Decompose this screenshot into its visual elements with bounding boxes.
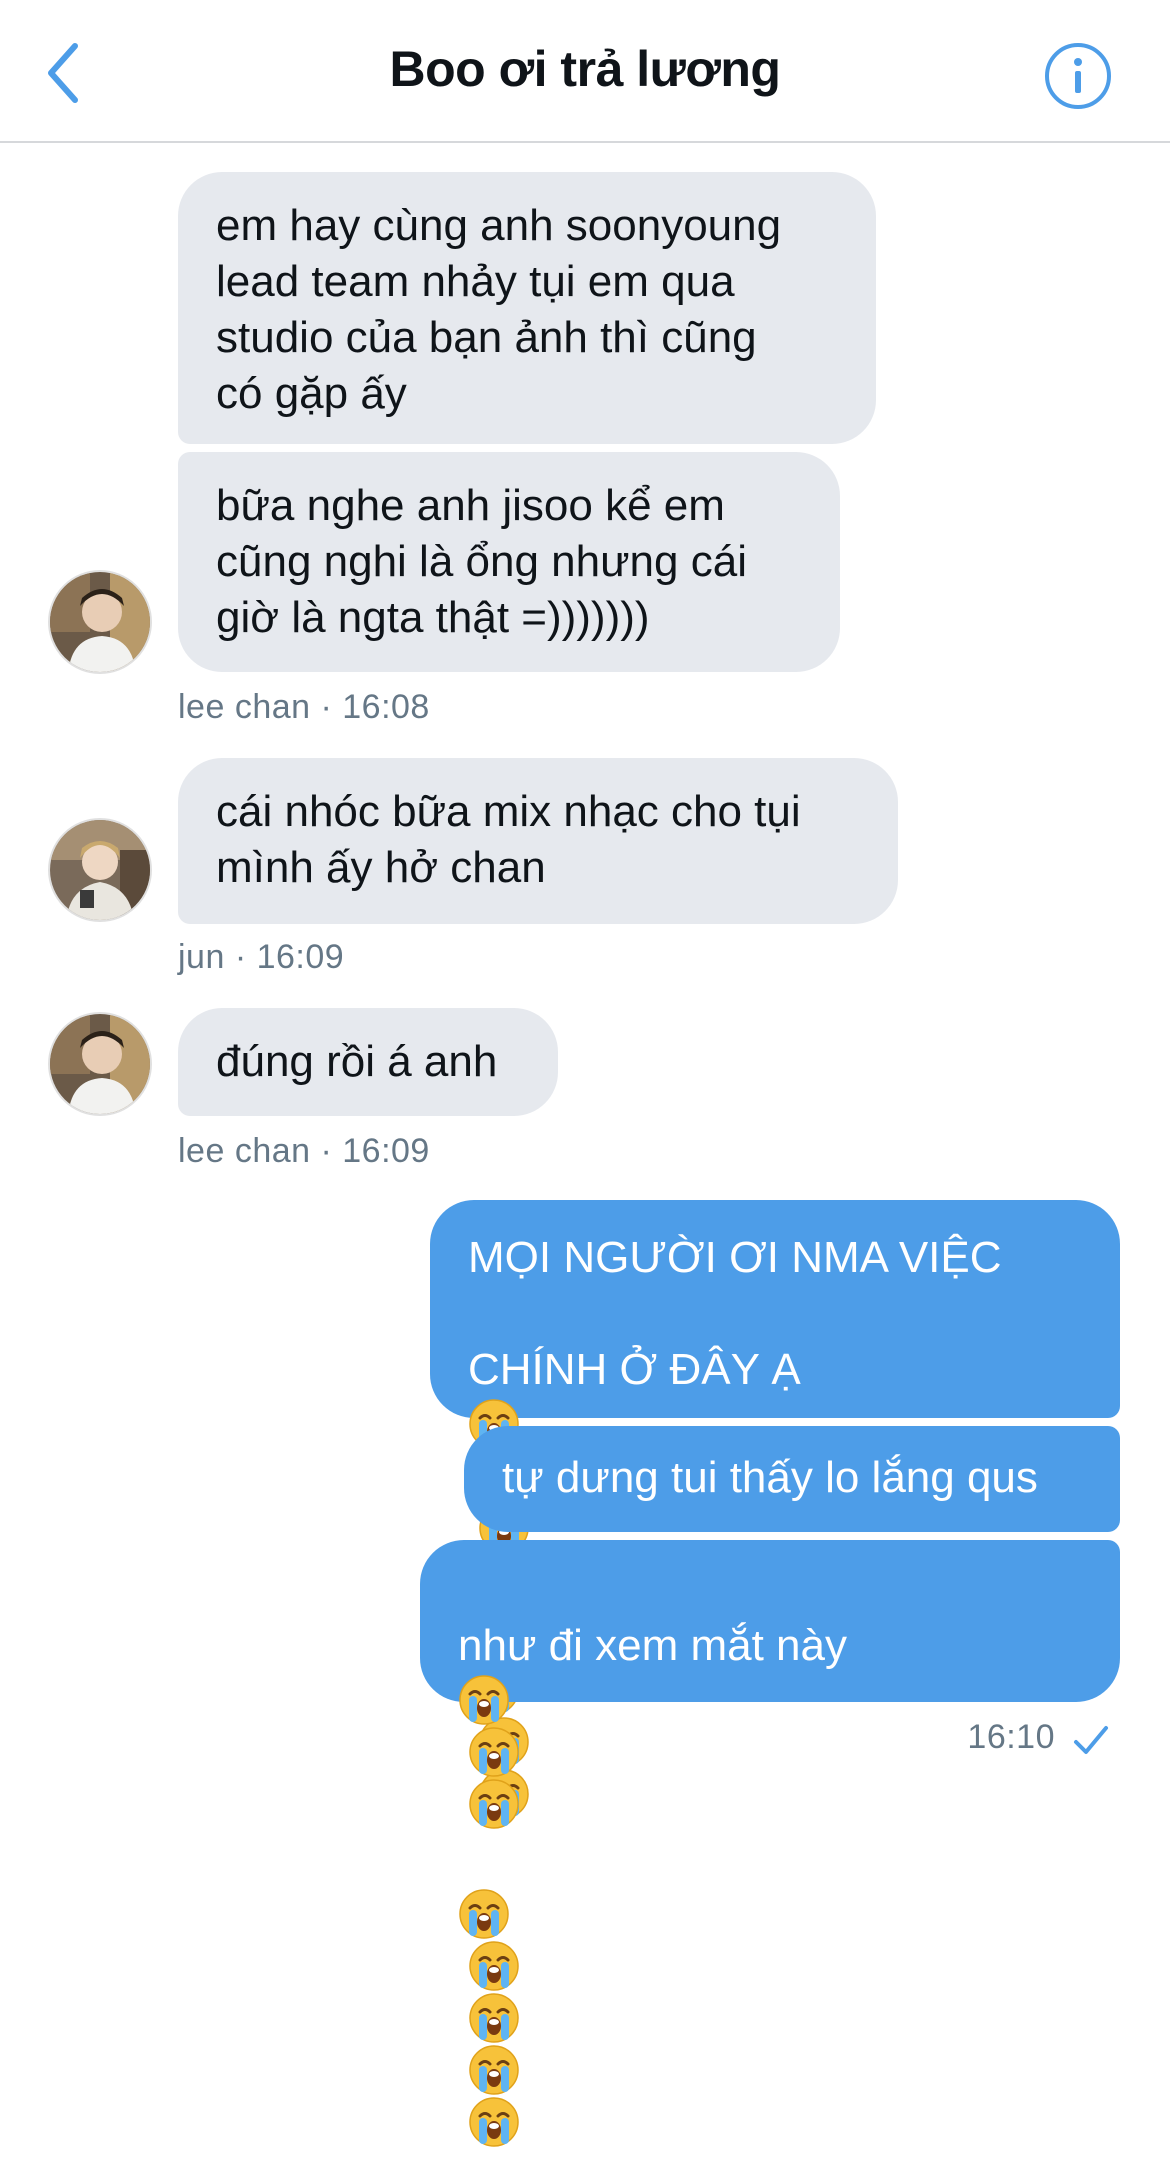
message-meta-sent-time: 16:10	[967, 1718, 1055, 1756]
message-text: cái nhóc bữa mix nhạc cho tụi mình ấy hở…	[216, 787, 801, 892]
conversation-header: Boo ơi trả lương	[0, 0, 1170, 143]
message-text: bữa nghe anh jisoo kể em cũng nghi là ổn…	[216, 481, 747, 642]
info-button[interactable]	[1044, 42, 1112, 110]
message-bubble-incoming[interactable]: đúng rồi á anh	[178, 1008, 558, 1116]
loudly-crying-face-emoji	[468, 1992, 520, 2044]
avatar-lee-chan[interactable]	[48, 570, 152, 674]
message-meta: lee chan · 16:09	[178, 1132, 430, 1170]
loudly-crying-face-emoji	[468, 1940, 520, 1992]
message-meta: lee chan · 16:08	[178, 688, 430, 726]
loudly-crying-face-emoji	[468, 2096, 520, 2148]
checkmark-icon	[1074, 1726, 1108, 1754]
message-text-line: MỌI NGƯỜI ƠI NMA VIỆC	[468, 1233, 1002, 1282]
info-circle-icon	[1045, 43, 1111, 109]
message-bubble-outgoing[interactable]: như đi xem mắt này	[420, 1540, 1120, 2147]
message-text: đúng rồi á anh	[216, 1037, 498, 1086]
avatar-jun[interactable]	[48, 818, 152, 922]
conversation-title: Boo ơi trả lương	[389, 41, 781, 97]
message-bubble-incoming[interactable]: em hay cùng anh soonyoung lead team nhảy…	[178, 172, 876, 444]
avatar-lee-chan[interactable]	[48, 1012, 152, 1116]
loudly-crying-face-emoji	[458, 1674, 510, 1726]
message-bubble-incoming[interactable]: bữa nghe anh jisoo kể em cũng nghi là ổn…	[178, 452, 840, 672]
message-text-inline: như đi xem mắt này	[458, 1621, 847, 1670]
message-bubble-outgoing[interactable]: tự dưng tui thấy lo lắng qus	[464, 1426, 1120, 1532]
loudly-crying-face-emoji	[468, 2044, 520, 2096]
loudly-crying-face-emoji	[468, 1778, 520, 1830]
loudly-crying-face-emoji	[468, 1726, 520, 1778]
avatar-photo	[50, 1014, 150, 1114]
avatar-photo	[50, 820, 150, 920]
message-bubble-outgoing[interactable]: MỌI NGƯỜI ƠI NMA VIỆC CHÍNH Ở ĐÂY Ạ	[430, 1200, 1120, 1819]
message-text-inline: CHÍNH Ở ĐÂY Ạ	[468, 1345, 801, 1394]
message-text: em hay cùng anh soonyoung lead team nhảy…	[216, 201, 782, 418]
message-meta: jun · 16:09	[178, 938, 345, 976]
emoji-group	[458, 1888, 1082, 2148]
loudly-crying-face-emoji	[458, 1888, 510, 1940]
message-bubble-incoming[interactable]: cái nhóc bữa mix nhạc cho tụi mình ấy hở…	[178, 758, 898, 924]
avatar-photo	[50, 572, 150, 672]
message-text: tự dưng tui thấy lo lắng qus	[502, 1453, 1038, 1502]
